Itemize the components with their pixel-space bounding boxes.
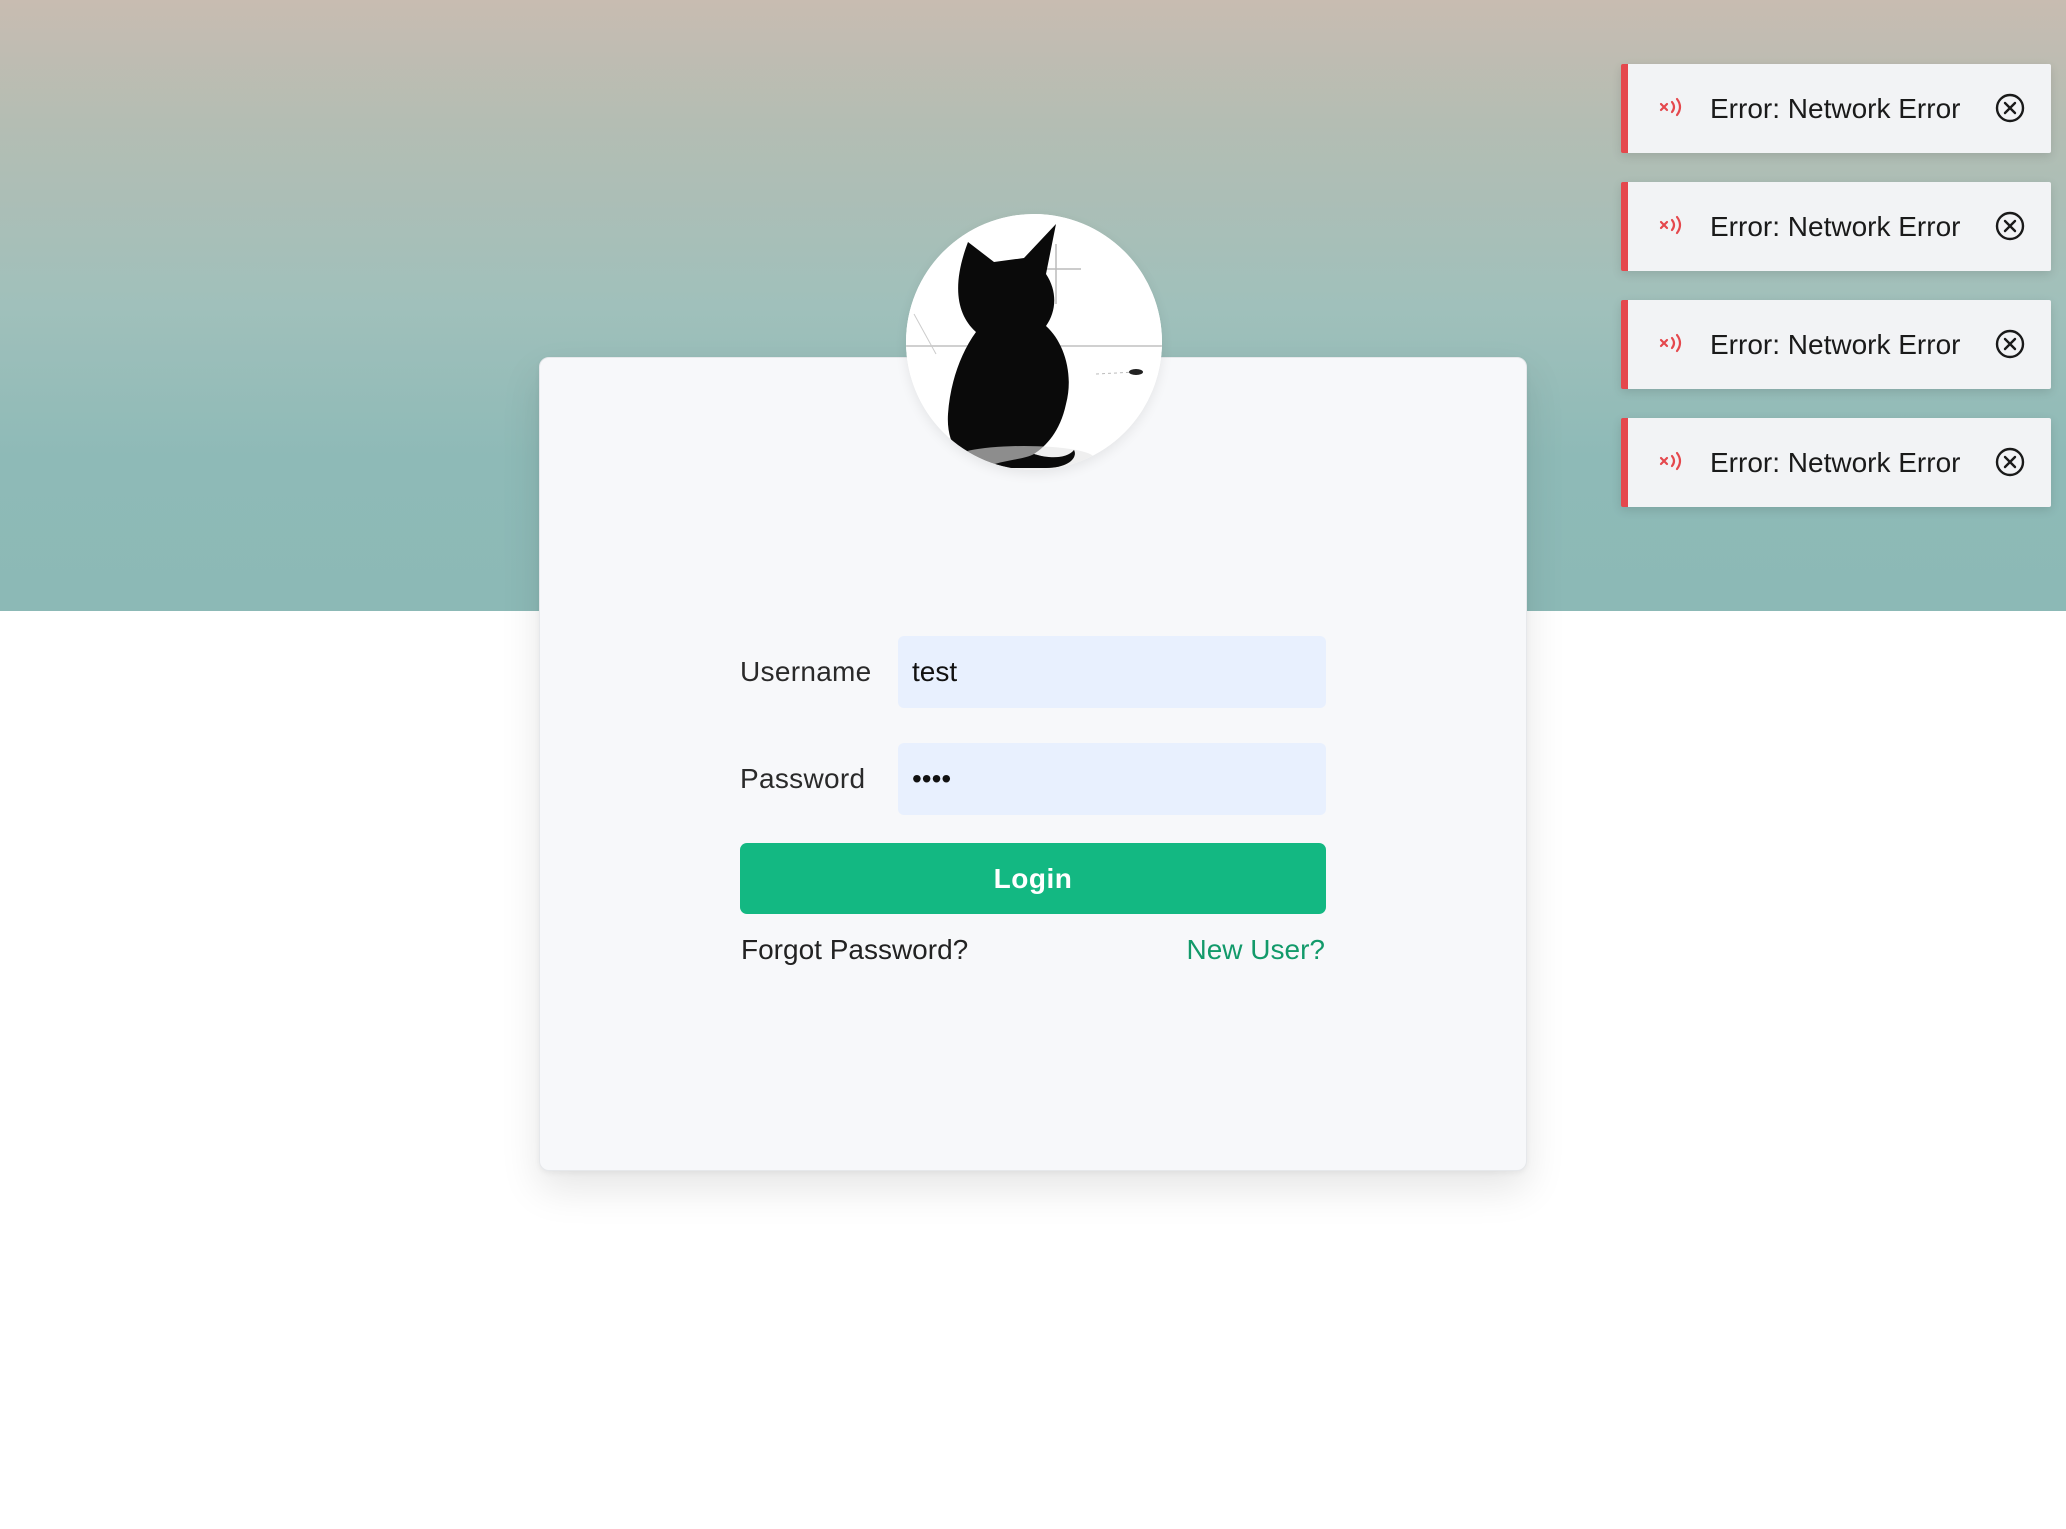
toast-message: Error: Network Error bbox=[1710, 211, 1961, 242]
close-circle-icon[interactable] bbox=[1994, 92, 2026, 124]
password-row: Password bbox=[740, 743, 1326, 815]
password-input[interactable] bbox=[898, 743, 1326, 815]
error-toast: Error: Network Error bbox=[1621, 64, 2051, 153]
new-user-link[interactable]: New User? bbox=[1187, 932, 1325, 968]
error-toast: Error: Network Error bbox=[1621, 418, 2051, 507]
toast-message: Error: Network Error bbox=[1710, 93, 1961, 124]
network-error-icon bbox=[1659, 215, 1682, 235]
network-error-icon bbox=[1659, 97, 1682, 117]
error-toast: Error: Network Error bbox=[1621, 300, 2051, 389]
close-circle-icon[interactable] bbox=[1994, 446, 2026, 478]
cat-silhouette-icon bbox=[906, 214, 1162, 470]
error-toast: Error: Network Error bbox=[1621, 182, 2051, 271]
toast-message: Error: Network Error bbox=[1710, 447, 1961, 478]
close-circle-icon[interactable] bbox=[1994, 210, 2026, 242]
network-error-icon bbox=[1659, 333, 1682, 353]
toast-message: Error: Network Error bbox=[1710, 329, 1961, 360]
password-label: Password bbox=[740, 763, 866, 794]
username-label: Username bbox=[740, 656, 872, 687]
login-button[interactable]: Login bbox=[740, 843, 1326, 914]
forgot-password-link[interactable]: Forgot Password? bbox=[741, 932, 968, 968]
close-circle-icon[interactable] bbox=[1994, 328, 2026, 360]
toast-stack: Error: Network Error Error: Network Erro… bbox=[1621, 64, 2051, 536]
avatar bbox=[906, 214, 1162, 470]
username-input[interactable] bbox=[898, 636, 1326, 708]
network-error-icon bbox=[1659, 451, 1682, 471]
username-row: Username bbox=[740, 636, 1326, 708]
